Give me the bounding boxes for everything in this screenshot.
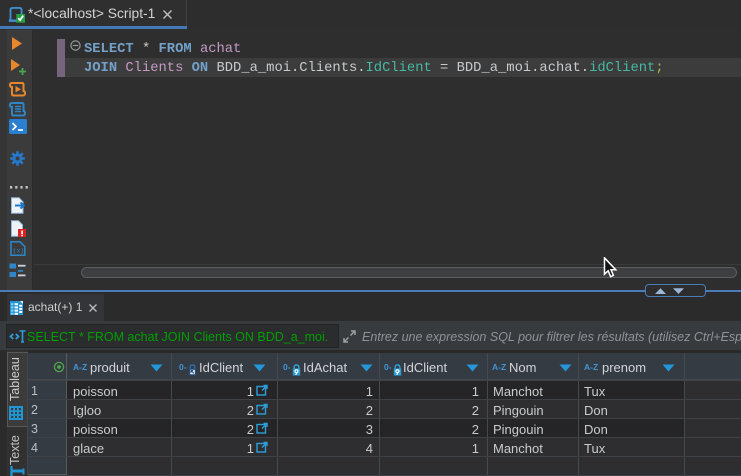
svg-text:(x): (x) <box>13 248 25 255</box>
